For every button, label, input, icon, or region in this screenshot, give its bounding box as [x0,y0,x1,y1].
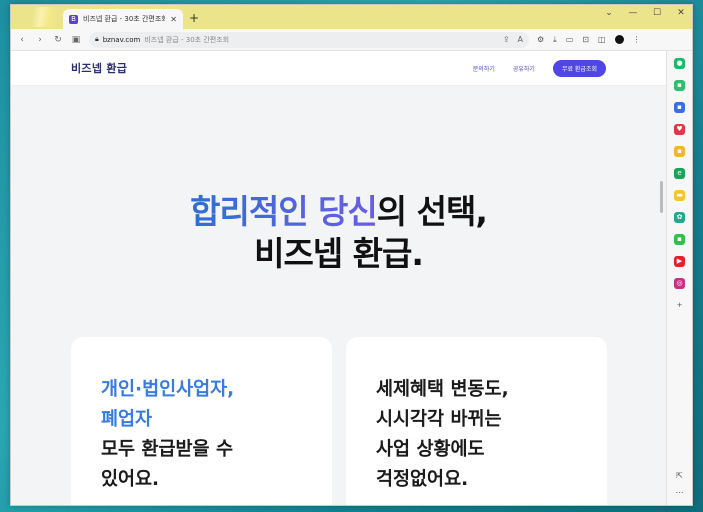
maximize-icon[interactable]: ☐ [652,8,662,18]
tab-search-icon[interactable]: ⌄ [604,8,614,18]
window-controls: ⌄ — ☐ ✕ [604,8,686,18]
minimize-icon[interactable]: — [628,8,638,18]
menu-icon[interactable]: ⋮ [633,35,641,44]
card-highlight-line: 개인·법인사업자, [101,379,235,400]
card-text-line: 사업 상황에도 [376,439,485,460]
browser-tab[interactable]: B 비즈넵 환급 - 30초 간편조회 ✕ [63,9,183,29]
reload-icon[interactable]: ↻ [53,35,63,45]
favicon-icon: B [69,14,78,24]
close-window-icon[interactable]: ✕ [676,8,686,18]
chatgpt-icon[interactable]: ● [674,58,685,69]
hero-heading: 합리적인 당신의 선택, 비즈넵 환급. [11,191,666,275]
side-panel-bottom: ⇱ ⋯ [667,471,692,497]
openai-icon[interactable]: ✿ [674,212,685,223]
capture-icon[interactable]: ⊡ [582,35,589,44]
card-text-line: 있어요. [101,469,160,490]
feature-card-policy-changes: 세제혜택 변동도, 시시각각 바뀌는 사업 상황에도 걱정없어요. [346,337,607,505]
store-icon[interactable]: ▪ [674,102,685,113]
hero-line-2: 비즈넵 환급. [254,234,424,273]
lock-icon: 🔒︎ [95,35,99,43]
feature-card-eligibility: 개인·법인사업자, 폐업자 모두 환급받을 수 있어요. [71,337,332,505]
card-text-line: 세제혜택 변동도, [376,379,509,400]
notes-icon[interactable]: ▪ [674,146,685,157]
theme-decoration [25,7,65,27]
site-logo[interactable]: 비즈넵 환급 [71,60,127,76]
edge-icon[interactable]: e [674,168,685,179]
url-page-title: 비즈넵 환급 - 30초 간편조회 [144,35,230,44]
add-icon[interactable]: + [674,300,685,311]
header-nav: 문의하기 공유하기 무료 환급조회 [473,59,606,77]
hero-line-1: 합리적인 당신의 선택, [11,191,666,233]
card-highlight-line: 폐업자 [101,409,153,430]
folder-icon[interactable]: ▬ [674,190,685,201]
download-icon[interactable]: ⤓ [553,35,557,45]
card-text-line: 시시각각 바뀌는 [376,409,502,430]
instagram-icon[interactable]: ◎ [674,278,685,289]
title-bar: B 비즈넵 환급 - 30초 간편조회 ✕ + ⌄ — ☐ ✕ [11,5,692,29]
inquiry-link[interactable]: 문의하기 [473,64,495,73]
toolbar-icons: ⚙ ⤓ ▭ ⊡ ◫ ⋮ [537,35,641,45]
hero-line-1-rest: 의 선택, [376,192,488,231]
free-refund-check-button[interactable]: 무료 환급조회 [552,59,606,77]
share-link[interactable]: 공유하기 [513,64,535,73]
pocket-icon[interactable]: ♥ [674,124,685,135]
hero-accent-text: 합리적인 당신 [190,192,378,231]
chat-icon[interactable]: ▪ [674,80,685,91]
extension-icon[interactable]: ⚙ [537,35,544,44]
youtube-icon[interactable]: ▶ [674,256,685,267]
video-icon[interactable]: ▭ [566,35,574,44]
sidebar-toggle-icon[interactable]: ◫ [598,35,606,44]
page-scrollbar[interactable] [660,181,663,213]
reader-icon[interactable]: ▣ [71,35,81,45]
address-bar[interactable]: 🔒︎ bznav.com 비즈넵 환급 - 30초 간편조회 ⇪ A [89,31,529,48]
tab-close-icon[interactable]: ✕ [170,15,177,24]
side-panel: ● ▪ ▪ ♥ ▪ e ▬ ✿ ▪ ▶ ◎ + ⇱ ⋯ [666,51,692,505]
url-domain: bznav.com [102,35,141,44]
site-header: 비즈넵 환급 문의하기 공유하기 무료 환급조회 [11,51,666,86]
share-icon[interactable]: ⇪ [503,35,510,44]
forward-icon[interactable]: › [35,35,45,45]
card-text-line: 걱정없어요. [376,469,469,490]
profile-avatar[interactable] [614,35,624,44]
translate-icon[interactable]: A [518,35,523,44]
browser-toolbar: ‹ › ↻ ▣ 🔒︎ bznav.com 비즈넵 환급 - 30초 간편조회 ⇪… [11,29,692,51]
browser-window: B 비즈넵 환급 - 30초 간편조회 ✕ + ⌄ — ☐ ✕ ‹ › ↻ ▣ … [10,4,693,506]
new-tab-button[interactable]: + [189,11,199,25]
card-text-line: 모두 환급받을 수 [101,439,234,460]
wechat-icon[interactable]: ▪ [674,234,685,245]
tab-title: 비즈넵 환급 - 30초 간편조회 [83,15,166,23]
web-page: 비즈넵 환급 문의하기 공유하기 무료 환급조회 합리적인 당신의 선택, 비즈… [11,51,666,505]
back-icon[interactable]: ‹ [17,35,27,45]
more-icon[interactable]: ⋯ [676,488,684,497]
external-link-icon[interactable]: ⇱ [676,471,683,480]
